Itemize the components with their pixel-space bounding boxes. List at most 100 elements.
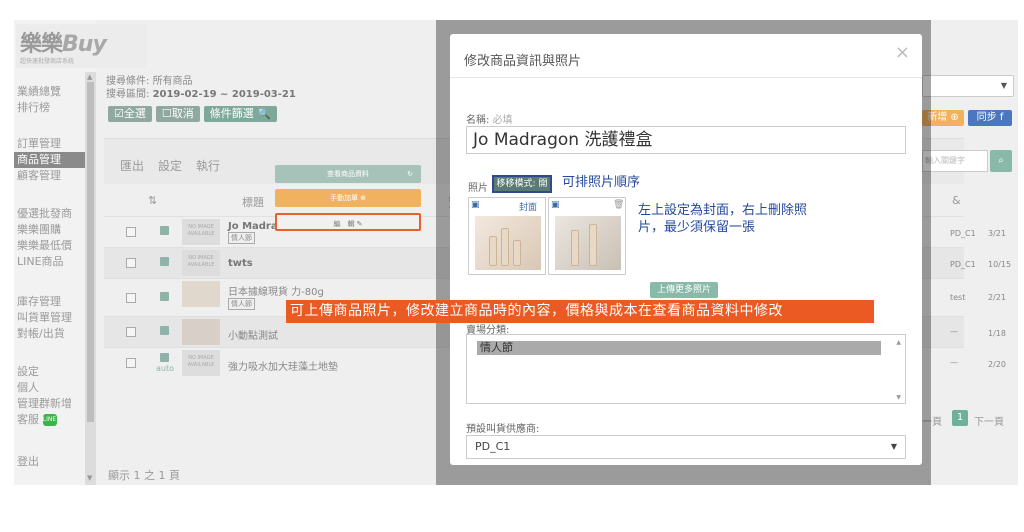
scrollbar-thumb[interactable] bbox=[87, 82, 94, 422]
manual-add-order-button[interactable]: 手動加單 ⊕ bbox=[275, 189, 421, 207]
image-icon[interactable]: ▣ bbox=[551, 200, 560, 210]
category-select[interactable]: ▼ bbox=[922, 75, 1014, 97]
row-thumbnail bbox=[182, 281, 220, 307]
execute-tab[interactable]: 執行 bbox=[196, 157, 220, 174]
photo-card-cover[interactable]: ▣ 封面 bbox=[468, 197, 546, 275]
nav-group-logout: 登出 bbox=[14, 454, 96, 470]
row-thumbnail: NO IMAGE AVAILABLE bbox=[182, 350, 220, 376]
category-option[interactable]: 情人節 bbox=[477, 341, 881, 355]
scroll-down-icon[interactable]: ▼ bbox=[87, 474, 92, 482]
scroll-up-icon[interactable]: ▲ bbox=[896, 339, 901, 346]
bottle-shape bbox=[571, 230, 579, 266]
close-icon[interactable]: × bbox=[895, 42, 910, 63]
nav-support[interactable]: 客服 LINE bbox=[14, 412, 96, 428]
next-page-button[interactable]: 下一頁 bbox=[974, 413, 1004, 428]
row-title: 強力吸水加大珪藻土地墊 bbox=[228, 362, 338, 373]
photo-card[interactable]: ▣ 🗑 bbox=[548, 197, 626, 275]
supplier-select[interactable]: PD_C1 ▼ bbox=[466, 435, 906, 459]
category-listbox[interactable]: 情人節 ▲ ▼ bbox=[466, 334, 906, 404]
filter-button[interactable]: 條件篩選 🔍 bbox=[203, 106, 277, 122]
product-photo bbox=[475, 216, 541, 270]
export-tab[interactable]: 匯出 bbox=[120, 157, 144, 174]
logo-subtitle: 超快速批發商店系統 bbox=[20, 58, 75, 65]
sidebar: 樂樂Buy 超快速批發商店系統 業績總覽 排行榜 訂單管理 商品管理 顧客管理 … bbox=[14, 20, 146, 485]
row-thumbnail bbox=[182, 319, 220, 345]
row-action-menu: 查看商品資料 ↻ 手動加單 ⊕ 編 輯 ✎ bbox=[275, 165, 421, 237]
sort-icon[interactable]: ⇅ bbox=[148, 194, 157, 207]
nav-settings[interactable]: 設定 bbox=[14, 364, 96, 380]
trash-icon[interactable]: 🗑 bbox=[613, 200, 624, 210]
upload-more-photos-button[interactable]: 上傳更多照片 bbox=[650, 282, 718, 298]
nav-sales-overview[interactable]: 業績總覽 bbox=[14, 84, 96, 100]
row-checkbox[interactable] bbox=[126, 327, 136, 337]
select-all-button[interactable]: ☑全選 bbox=[108, 106, 152, 122]
bottle-shape bbox=[501, 228, 509, 266]
nav-group-channels: 優選批發商 樂樂團購 樂樂最低價 LINE商品 bbox=[14, 206, 96, 270]
nav-admin-add[interactable]: 管理群新增 bbox=[14, 396, 96, 412]
row-thumbnail: NO IMAGE AVAILABLE bbox=[182, 219, 220, 245]
row-icon[interactable] bbox=[160, 257, 169, 266]
row-auto-label: auto bbox=[156, 364, 175, 373]
row-checkbox[interactable] bbox=[126, 227, 136, 237]
scroll-down-icon[interactable]: ▼ bbox=[896, 394, 901, 401]
nav-purchase-orders[interactable]: 叫貨單管理 bbox=[14, 310, 96, 326]
image-icon[interactable]: ▣ bbox=[471, 200, 480, 210]
nav-personal[interactable]: 個人 bbox=[14, 380, 96, 396]
row-checkbox[interactable] bbox=[126, 293, 136, 303]
nav-line-products[interactable]: LINE商品 bbox=[14, 254, 96, 270]
row-icon[interactable] bbox=[160, 226, 169, 235]
page-1-button[interactable]: 1 bbox=[952, 410, 968, 426]
nav-inventory[interactable]: 庫存管理 bbox=[14, 294, 96, 310]
logo: 樂樂Buy 超快速批發商店系統 bbox=[16, 24, 146, 68]
bottle-shape bbox=[489, 236, 497, 266]
nav-logout[interactable]: 登出 bbox=[14, 454, 96, 470]
bottle-shape bbox=[513, 240, 521, 266]
nav-products[interactable]: 商品管理 bbox=[14, 152, 92, 168]
nav-reconcile[interactable]: 對帳/出貨 bbox=[14, 326, 96, 342]
chevron-down-icon: ▼ bbox=[1000, 81, 1007, 90]
photo-label: 照片 bbox=[468, 183, 488, 194]
supplier-label: 預設叫貨供應商: bbox=[466, 424, 540, 435]
cancel-select-button[interactable]: ☐取消 bbox=[155, 106, 200, 122]
row-icon[interactable] bbox=[160, 326, 169, 335]
row-checkbox[interactable] bbox=[126, 358, 136, 368]
nav-wholesaler[interactable]: 優選批發商 bbox=[14, 206, 96, 222]
nav-group-inventory: 庫存管理 叫貨單管理 對帳/出貨 bbox=[14, 294, 96, 342]
cover-note: 左上設定為封面，右上刪除照 片，最少須保留一張 bbox=[638, 203, 808, 235]
name-label: 名稱: 必填 bbox=[466, 115, 513, 126]
edit-product-button[interactable]: 編 輯 ✎ bbox=[275, 213, 421, 231]
selection-toolbar: ☑全選 ☐取消 條件篩選 🔍 bbox=[108, 106, 277, 122]
right-pane: ▼ 新增 ⊕ 同步 f 輸入關鍵字 ⌕ 一頁 1 下一頁 bbox=[922, 20, 1018, 485]
search-icon[interactable]: ⌕ bbox=[990, 150, 1012, 172]
sync-facebook-button[interactable]: 同步 f bbox=[968, 110, 1012, 126]
sort-mode-toggle[interactable]: 移移模式: 開 bbox=[492, 175, 552, 193]
sidebar-scrollbar[interactable]: ▲ ▼ bbox=[85, 72, 96, 485]
cover-label[interactable]: 封面 bbox=[519, 200, 537, 213]
chevron-down-icon: ▼ bbox=[890, 442, 897, 451]
nav-lowest-price[interactable]: 樂樂最低價 bbox=[14, 238, 96, 254]
view-product-button[interactable]: 查看商品資料 ↻ bbox=[275, 165, 421, 183]
modal-title: 修改商品資訊與照片 bbox=[464, 54, 582, 69]
nav-orders[interactable]: 訂單管理 bbox=[14, 136, 96, 152]
row-icon[interactable] bbox=[160, 292, 169, 301]
row-checkbox[interactable] bbox=[126, 258, 136, 268]
row-thumbnail: NO IMAGE AVAILABLE bbox=[182, 250, 220, 276]
nav-group-buy[interactable]: 樂樂團購 bbox=[14, 222, 96, 238]
search-input[interactable]: 輸入關鍵字 bbox=[922, 150, 988, 172]
refresh-icon[interactable]: ↻ bbox=[407, 165, 413, 183]
row-title: 小動點測試 bbox=[228, 331, 278, 342]
product-photo bbox=[555, 216, 621, 270]
logo-text: 樂樂Buy bbox=[20, 32, 107, 57]
nav-customers[interactable]: 顧客管理 bbox=[14, 168, 96, 184]
product-name-input[interactable]: Jo Madragon 洗護禮盒 bbox=[466, 126, 906, 154]
settings-tab[interactable]: 設定 bbox=[158, 157, 182, 174]
nav-group-reports: 業績總覽 排行榜 bbox=[14, 84, 96, 116]
row-icon[interactable] bbox=[160, 353, 169, 362]
filter-summary: 搜尋條件: 所有商品 搜尋區間: 2019-02-19 ~ 2019-03-21 bbox=[106, 76, 296, 100]
scroll-up-icon[interactable]: ▲ bbox=[87, 73, 92, 81]
nav-ranking[interactable]: 排行榜 bbox=[14, 100, 96, 116]
header-title: 標題 bbox=[242, 196, 264, 209]
edit-product-modal: 修改商品資訊與照片 × 名稱: 必填 Jo Madragon 洗護禮盒 照片 移… bbox=[450, 34, 922, 465]
line-chat-icon[interactable]: LINE bbox=[42, 414, 57, 426]
instruction-banner: 可上傳商品照片，修改建立商品時的內容，價格與成本在查看商品資料中修改 bbox=[286, 300, 874, 323]
